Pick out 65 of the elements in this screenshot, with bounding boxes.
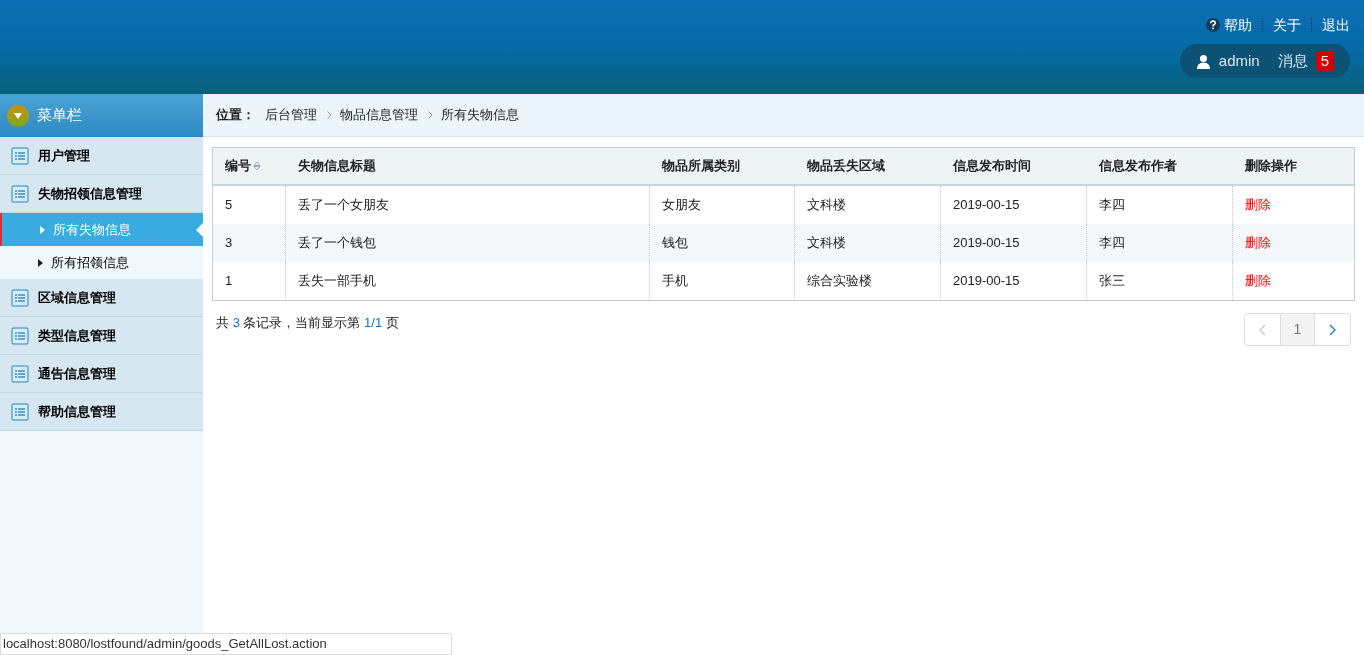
table-cell-text: 3 [225, 234, 233, 253]
table-cell-text: 丢了一个女朋友 [298, 196, 389, 215]
triangle-right-icon [38, 258, 43, 267]
table-cell-text: 2019-00-15 [953, 272, 1020, 291]
table-cell-text: 李四 [1099, 234, 1125, 253]
column-header[interactable]: 编号 [225, 156, 251, 176]
breadcrumb-link[interactable]: 后台管理 [265, 105, 317, 125]
record-summary: 共 3 条记录，当前显示第 1/1 页 [215, 314, 399, 332]
breadcrumb-link[interactable]: 所有失物信息 [441, 105, 519, 125]
list-icon [11, 402, 29, 421]
menu-item[interactable]: 区域信息管理 [0, 279, 203, 317]
table-cell-text: 综合实验楼 [807, 272, 872, 291]
delete-link[interactable]: 删除 [1245, 271, 1271, 291]
status-bar-url: localhost:8080/lostfound/admin/goods_GetAllLost.action [0, 633, 452, 655]
table-cell-text: 张三 [1099, 272, 1125, 291]
menu-item[interactable]: 用户管理 [0, 137, 203, 175]
sort-icon[interactable] [253, 161, 261, 171]
list-icon [11, 364, 29, 383]
table-cell-text: 1 [225, 272, 233, 291]
caret-down-icon [7, 104, 29, 127]
user-icon [1195, 53, 1211, 69]
page-button[interactable]: 1 [1281, 314, 1315, 345]
chevron-right-icon [327, 111, 332, 119]
column-header: 失物信息标题 [298, 157, 376, 176]
triangle-right-icon [40, 225, 45, 234]
table-cell-text: 女朋友 [662, 196, 701, 215]
message-count-badge: 5 [1315, 51, 1334, 71]
list-icon [11, 146, 29, 165]
chevron-left-icon [1259, 323, 1266, 336]
delete-link[interactable]: 删除 [1245, 233, 1271, 253]
column-header: 信息发布作者 [1099, 157, 1177, 176]
list-icon [11, 288, 29, 307]
chevron-right-icon [1329, 323, 1336, 336]
column-header: 物品所属类别 [662, 157, 740, 176]
menu-item[interactable]: 失物招领信息管理 [0, 175, 203, 213]
table-cell-text: 2019-00-15 [953, 234, 1020, 253]
table-cell-text: 2019-00-15 [953, 196, 1020, 215]
table-cell-text: 钱包 [662, 234, 688, 253]
header-link[interactable]: 退出 [1322, 14, 1350, 36]
breadcrumb-link[interactable]: 物品信息管理 [340, 105, 418, 125]
list-icon [11, 184, 29, 203]
breadcrumb-label: 位置： [216, 106, 255, 125]
chevron-right-icon [428, 111, 433, 119]
table-cell-text: 手机 [662, 272, 688, 291]
list-icon [11, 326, 29, 345]
delete-link[interactable]: 删除 [1245, 195, 1271, 215]
menu-item[interactable]: 通告信息管理 [0, 355, 203, 393]
column-header: 信息发布时间 [953, 157, 1031, 176]
menu-item[interactable]: 类型信息管理 [0, 317, 203, 355]
column-header: 物品丢失区域 [807, 157, 885, 176]
sidebar-title: 菜单栏 [37, 105, 82, 126]
username[interactable]: admin [1218, 49, 1260, 73]
column-header: 删除操作 [1245, 157, 1297, 176]
table-cell-text: 文科楼 [807, 196, 846, 215]
header-link[interactable]: 关于 [1273, 14, 1301, 36]
help-link[interactable]: 帮助 [1206, 14, 1252, 36]
table-cell-text: 丢了一个钱包 [298, 234, 376, 253]
table-cell-text: 李四 [1099, 196, 1125, 215]
table-cell-text: 5 [225, 196, 233, 215]
selection-pointer-icon [196, 223, 203, 237]
help-icon [1206, 18, 1220, 32]
messages-link[interactable]: 消息 [1277, 49, 1308, 73]
menu-item[interactable]: 帮助信息管理 [0, 393, 203, 431]
table-cell-text: 丢失一部手机 [298, 272, 376, 291]
table-cell-text: 文科楼 [807, 234, 846, 253]
